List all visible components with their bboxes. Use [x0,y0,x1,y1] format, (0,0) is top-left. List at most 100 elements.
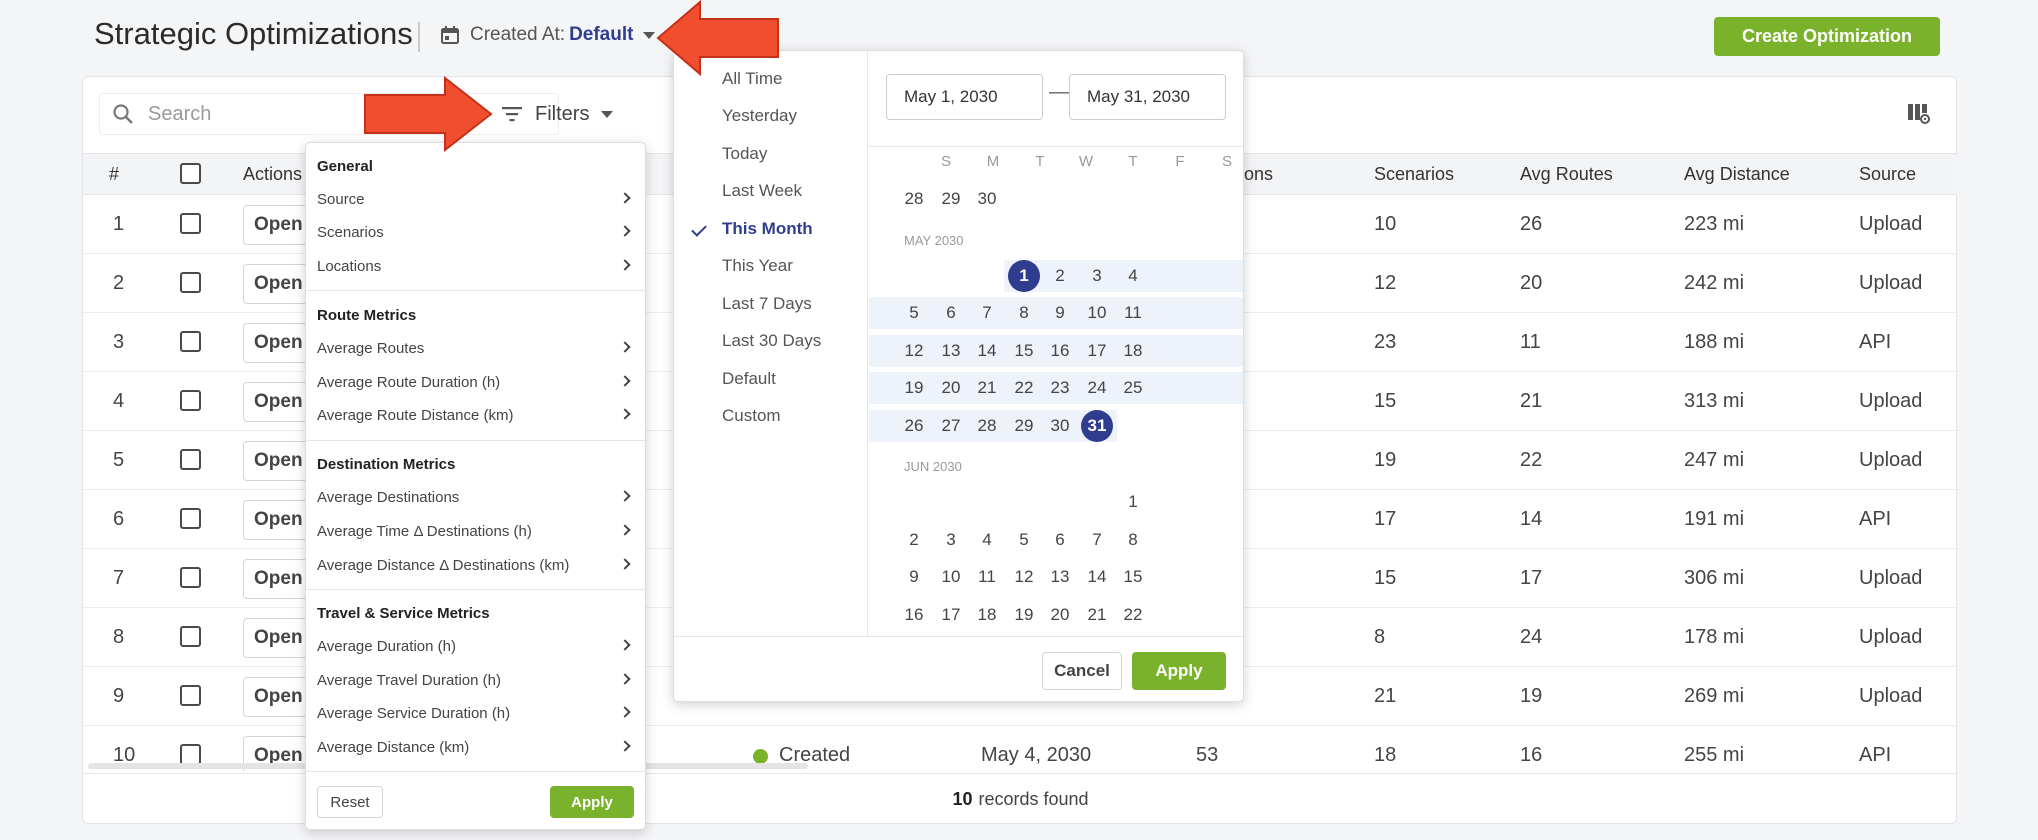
calendar-day[interactable]: 5 [1008,524,1040,556]
calendar-day[interactable]: 28 [898,183,930,215]
calendar-day[interactable]: 8 [1117,524,1149,556]
calendar-day[interactable]: 17 [1081,335,1113,367]
select-all-checkbox[interactable] [180,163,201,184]
calendar-day[interactable]: 18 [971,599,1003,631]
calendar-day[interactable]: 11 [971,561,1003,593]
calendar-day[interactable]: 21 [1081,599,1113,631]
row-checkbox[interactable] [180,331,201,352]
preset-today[interactable]: Today [722,144,767,164]
calendar-day[interactable]: 14 [971,335,1003,367]
filter-item-locations[interactable]: Locations [317,258,635,275]
calendar-day[interactable]: 24 [1081,372,1113,404]
row-checkbox[interactable] [180,390,201,411]
preset-last-week[interactable]: Last Week [722,181,802,201]
calendar-day[interactable]: 13 [935,335,967,367]
calendar-day[interactable]: 4 [971,524,1003,556]
end-date-input[interactable]: May 31, 2030 [1069,74,1226,120]
calendar-day[interactable]: 5 [898,297,930,329]
calendar-day[interactable]: 18 [1117,335,1149,367]
calendar-day[interactable]: 6 [1044,524,1076,556]
row-checkbox[interactable] [180,213,201,234]
calendar-day[interactable]: 25 [1117,372,1149,404]
preset-custom[interactable]: Custom [722,406,781,426]
filter-item-average-distance[interactable]: Average Distance (km) [317,739,635,756]
row-checkbox[interactable] [180,508,201,529]
calendar-day[interactable]: 9 [898,561,930,593]
filter-item-average-duration[interactable]: Average Duration (h) [317,638,635,655]
created-at-dropdown[interactable]: Created At: Default [440,24,656,46]
weekday-label: S [1221,153,1232,170]
calendar-day[interactable]: 3 [1081,260,1113,292]
calendar-day[interactable]: 6 [935,297,967,329]
filter-item-average-time-destinations[interactable]: Average Time Δ Destinations (h) [317,523,635,540]
calendar-day[interactable]: 8 [1008,297,1040,329]
calendar-day[interactable]: 21 [971,372,1003,404]
calendar-day[interactable]: 2 [898,524,930,556]
calendar-day[interactable]: 19 [898,372,930,404]
column-settings-icon[interactable] [1907,103,1931,125]
filter-item-average-service-duration[interactable]: Average Service Duration (h) [317,705,635,722]
calendar-day[interactable]: 1 [1117,486,1149,518]
calendar-day[interactable]: 30 [971,183,1003,215]
preset-this-month[interactable]: This Month [722,219,813,239]
calendar-day[interactable]: 16 [1044,335,1076,367]
cancel-button[interactable]: Cancel [1042,652,1122,690]
calendar-day[interactable]: 20 [1044,599,1076,631]
calendar-day[interactable]: 10 [935,561,967,593]
row-checkbox[interactable] [180,449,201,470]
calendar-day[interactable]: 29 [1008,410,1040,442]
calendar-day[interactable]: 31 [1081,409,1113,442]
preset-yesterday[interactable]: Yesterday [722,106,797,126]
filter-item-source[interactable]: Source [317,191,635,208]
start-date-input[interactable]: May 1, 2030 [886,74,1043,120]
calendar-day[interactable]: 16 [898,599,930,631]
calendar-day[interactable]: 10 [1081,297,1113,329]
row-checkbox[interactable] [180,744,201,765]
calendar-day[interactable]: 14 [1081,561,1113,593]
apply-date-button[interactable]: Apply [1132,652,1226,690]
reset-filters-button[interactable]: Reset [317,786,383,818]
calendar-day[interactable]: 30 [1044,410,1076,442]
calendar-day[interactable]: 22 [1008,372,1040,404]
create-optimization-button[interactable]: Create Optimization [1714,17,1940,56]
row-checkbox[interactable] [180,685,201,706]
row-checkbox[interactable] [180,626,201,647]
calendar-day[interactable]: 15 [1117,561,1149,593]
calendar-day[interactable]: 12 [1008,561,1040,593]
calendar-day[interactable]: 19 [1008,599,1040,631]
filters-button[interactable]: Filters [501,93,614,135]
filter-item-average-routes[interactable]: Average Routes [317,340,635,357]
filter-item-average-destinations[interactable]: Average Destinations [317,489,635,506]
calendar-day[interactable]: 28 [971,410,1003,442]
calendar-day[interactable]: 15 [1008,335,1040,367]
calendar-day[interactable]: 23 [1044,372,1076,404]
row-checkbox[interactable] [180,272,201,293]
preset-last-30-days[interactable]: Last 30 Days [722,331,821,351]
calendar-day[interactable]: 2 [1044,260,1076,292]
preset-this-year[interactable]: This Year [722,256,793,276]
calendar-day[interactable]: 7 [1081,524,1113,556]
calendar-day[interactable]: 1 [1008,259,1040,292]
preset-last-7-days[interactable]: Last 7 Days [722,294,812,314]
calendar-day[interactable]: 12 [898,335,930,367]
calendar-day[interactable]: 27 [935,410,967,442]
calendar-day[interactable]: 9 [1044,297,1076,329]
filter-item-scenarios[interactable]: Scenarios [317,224,635,241]
calendar-day[interactable]: 7 [971,297,1003,329]
preset-default[interactable]: Default [722,369,776,389]
filter-item-average-travel-duration[interactable]: Average Travel Duration (h) [317,672,635,689]
calendar-day[interactable]: 22 [1117,599,1149,631]
calendar-day[interactable]: 29 [935,183,967,215]
calendar-day[interactable]: 11 [1117,297,1149,329]
filter-item-average-distance-destinations[interactable]: Average Distance Δ Destinations (km) [317,557,635,574]
row-checkbox[interactable] [180,567,201,588]
filter-item-average-route-duration[interactable]: Average Route Duration (h) [317,374,635,391]
calendar-day[interactable]: 13 [1044,561,1076,593]
calendar-day[interactable]: 20 [935,372,967,404]
filter-item-average-route-distance[interactable]: Average Route Distance (km) [317,407,635,424]
apply-filters-button[interactable]: Apply [550,786,634,818]
calendar-day[interactable]: 3 [935,524,967,556]
calendar-day[interactable]: 26 [898,410,930,442]
calendar-day[interactable]: 17 [935,599,967,631]
calendar-day[interactable]: 4 [1117,260,1149,292]
